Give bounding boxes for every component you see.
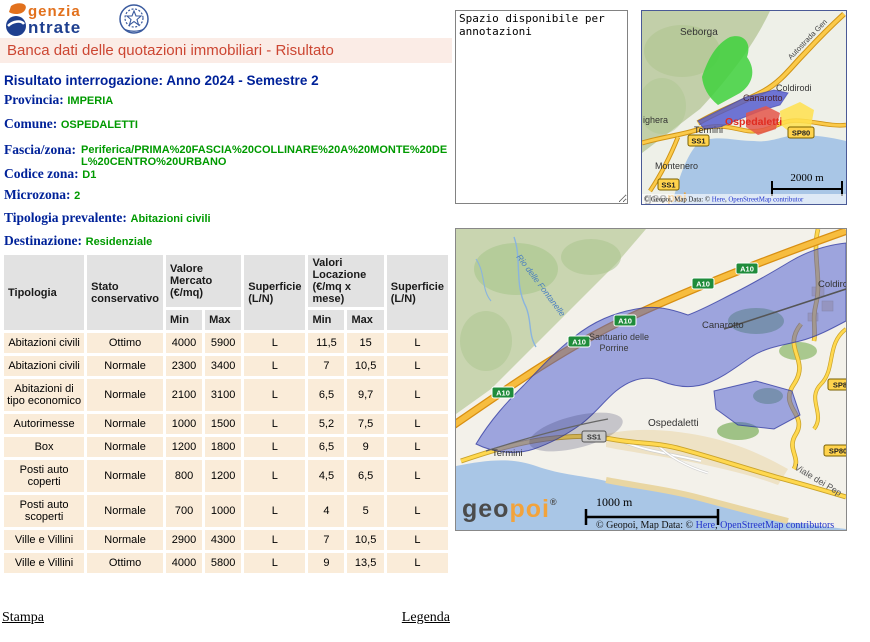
- table-row: Posti auto scopertiNormale 7001000 L4 5L: [4, 495, 448, 527]
- svg-text:A10: A10: [618, 317, 632, 326]
- svg-text:A10: A10: [696, 280, 710, 289]
- legenda-link[interactable]: Legenda: [402, 610, 450, 626]
- svg-text:SS1: SS1: [587, 433, 601, 442]
- field-tipologia-prevalente: Tipologia prevalente: Abitazioni civili: [4, 210, 452, 226]
- col-header-superficie-2: Superficie (L/N): [387, 255, 448, 330]
- col-header-min-1: Min: [166, 310, 202, 330]
- table-row: Ville e VilliniOttimo 40005800 L9 13,5L: [4, 553, 448, 573]
- logo-text-bottom: ntrate: [28, 18, 81, 37]
- map-attribution: © Geopoi, Map Data: © Here, OpenStreetMa…: [644, 197, 804, 204]
- here-link[interactable]: Here: [712, 197, 725, 204]
- label-santuario-2: Porrine: [599, 343, 628, 353]
- label-canarotto: Canarotto: [702, 320, 744, 331]
- query-result-label: Risultato interrogazione:: [4, 73, 163, 88]
- table-row: AutorimesseNormale 10001500 L5,2 7,5L: [4, 414, 448, 434]
- col-header-max-1: Max: [205, 310, 241, 330]
- label-ospedaletti: Ospedaletti: [725, 116, 782, 128]
- a10-badge: A10: [692, 278, 714, 289]
- field-microzona: Microzona: 2: [4, 187, 452, 203]
- label-termini: Termini: [694, 125, 723, 135]
- a10-badge: A10: [492, 387, 514, 398]
- query-result-value: Anno 2024 - Semestre 2: [166, 73, 318, 88]
- a10-badge: A10: [614, 315, 636, 326]
- col-header-stato: Stato conservativo: [87, 255, 163, 330]
- table-row: BoxNormale 12001800 L6,5 9L: [4, 437, 448, 457]
- agenzia-entrate-logo: genzia ntrate: [4, 2, 154, 38]
- map-attribution: © Geopoi, Map Data: © Here, OpenStreetMa…: [596, 520, 834, 530]
- table-row: Abitazioni di tipo economicoNormale 2100…: [4, 379, 448, 411]
- here-link[interactable]: Here: [696, 520, 716, 530]
- label-termini: Termini: [492, 448, 523, 459]
- query-result-heading: Risultato interrogazione: Anno 2024 - Se…: [4, 73, 452, 88]
- col-header-tipologia: Tipologia: [4, 255, 84, 330]
- label-bordighera: ighera: [643, 115, 668, 125]
- table-row: Posti auto copertiNormale 8001200 L4,5 6…: [4, 460, 448, 492]
- svg-text:A10: A10: [572, 338, 586, 347]
- osm-link[interactable]: OpenStreetMap contributors: [720, 520, 834, 530]
- overview-map[interactable]: SS1 SS1 SP80 Seborga Coldirodi Canarotto…: [641, 10, 847, 205]
- ss1-badge: SS1: [582, 431, 606, 442]
- table-row: Ville e VilliniNormale 29004300 L7 10,5L: [4, 530, 448, 550]
- svg-text:SP80: SP80: [829, 447, 846, 456]
- svg-text:A10: A10: [740, 265, 754, 274]
- table-row: Abitazioni civiliOttimo 40005900 L11,5 1…: [4, 333, 448, 353]
- label-seborga: Seborga: [680, 27, 718, 38]
- a10-badge: A10: [736, 263, 758, 274]
- label-montenero: Montenero: [655, 161, 698, 171]
- annotations-textarea[interactable]: Spazio disponibile per annotazioni: [455, 10, 628, 204]
- field-destinazione: Destinazione: Residenziale: [4, 233, 452, 249]
- field-codice-zona: Codice zona: D1: [4, 166, 452, 182]
- svg-text:SP80: SP80: [833, 381, 846, 390]
- col-header-valore-mercato: Valore Mercato (€/mq): [166, 255, 241, 307]
- svg-text:SS1: SS1: [691, 137, 705, 146]
- sp80-badge: SP80: [828, 379, 846, 390]
- field-provincia: Provincia: IMPERIA: [4, 92, 452, 108]
- svg-text:SP80: SP80: [792, 129, 810, 138]
- svg-text:A10: A10: [496, 389, 510, 398]
- col-header-max-2: Max: [347, 310, 383, 330]
- field-fascia-zona: Fascia/zona: Periferica/PRIMA%20FASCIA%2…: [4, 142, 452, 168]
- col-header-superficie-1: Superficie (L/N): [244, 255, 305, 330]
- ss1-badge: SS1: [688, 135, 709, 146]
- sp80-badge: SP80: [788, 127, 814, 138]
- svg-text:SS1: SS1: [661, 181, 675, 190]
- label-coldirodi: Coldirodi: [818, 279, 846, 290]
- label-ospedaletti: Ospedaletti: [648, 418, 699, 429]
- scale-label: 2000 m: [790, 172, 824, 184]
- osm-link[interactable]: OpenStreetMap contributor: [728, 197, 804, 204]
- logo-flame-shape: [9, 3, 26, 14]
- detail-map[interactable]: A10 A10 A10 A10 A10 SS1 SP80 SP80 Rio de…: [455, 228, 847, 531]
- a10-badge: A10: [568, 336, 590, 347]
- table-row: Abitazioni civiliNormale 23003400 L7 10,…: [4, 356, 448, 376]
- italy-emblem-icon: [120, 5, 148, 33]
- ss1-badge: SS1: [658, 179, 679, 190]
- field-comune: Comune: OSPEDALETTI: [4, 116, 452, 132]
- sp80-badge: SP80: [824, 445, 846, 456]
- page-title: Banca dati delle quotazioni immobiliari …: [0, 38, 452, 63]
- quotations-table: Tipologia Stato conservativo Valore Merc…: [1, 252, 451, 576]
- label-coldirodi: Coldirodi: [776, 83, 812, 93]
- label-canarotto: Canarotto: [743, 93, 783, 103]
- label-santuario-1: Santuario delle: [589, 332, 649, 342]
- stampa-link[interactable]: Stampa: [2, 610, 44, 626]
- geopoi-logo: geopoi®: [462, 495, 558, 523]
- col-header-valori-locazione: Valori Locazione (€/mq x mese): [308, 255, 383, 307]
- scale-label: 1000 m: [596, 495, 633, 509]
- col-header-min-2: Min: [308, 310, 344, 330]
